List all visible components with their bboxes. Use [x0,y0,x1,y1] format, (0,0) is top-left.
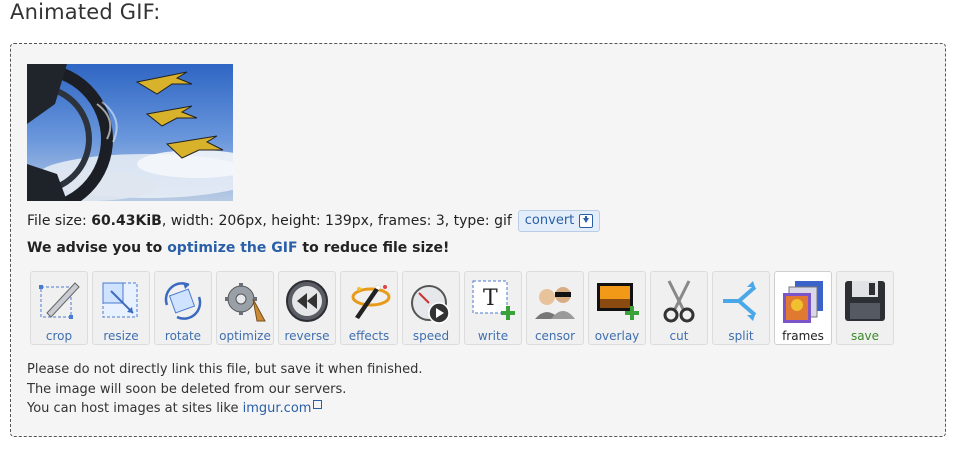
crop-icon [39,282,80,319]
effects-icon [351,285,391,319]
tool-label: crop [45,329,73,343]
file-info: File size: 60.43KiB, width: 206px, heigh… [27,210,601,232]
tool-censor[interactable]: censor [526,271,584,345]
tool-rotate[interactable]: rotate [154,271,212,345]
tool-resize[interactable]: resize [92,271,150,345]
download-icon [579,213,594,228]
tool-bar: crop resize rotate optimize reverse effe… [30,271,894,345]
tool-overlay[interactable]: overlay [588,271,646,345]
note-line-1: Please do not directly link this file, b… [27,362,423,377]
tool-reverse[interactable]: reverse [278,271,336,345]
tool-write[interactable]: T write [464,271,522,345]
optimize-icon [225,283,266,322]
tool-label: optimize [219,329,271,343]
note-line-2: The image will soon be deleted from our … [27,381,347,397]
tool-label: effects [348,329,390,343]
resize-icon [102,282,138,318]
tool-effects[interactable]: effects [340,271,398,345]
frames-icon [783,281,823,323]
note-line-3: You can host images at sites like imgur.… [27,399,423,419]
tool-label: resize [103,329,139,343]
advice-before: We advise you to [27,240,168,256]
imgur-link[interactable]: imgur.com [243,401,312,416]
convert-label: convert [524,213,575,228]
tool-label: reverse [284,329,330,343]
tool-label: overlay [594,329,640,343]
file-size-value: 60.43KiB [91,213,162,229]
tool-label: speed [412,329,450,343]
write-icon: T [472,280,515,320]
split-icon [723,281,757,321]
tool-label: rotate [164,329,202,343]
reverse-icon [286,280,328,322]
tool-label: censor [534,329,576,343]
convert-button[interactable]: convert [517,210,601,232]
tool-label: write [477,329,509,343]
gif-preview-image [27,64,233,201]
speed-icon [411,285,450,324]
advice-after: to reduce file size! [297,240,450,256]
tool-label: cut [669,329,689,343]
gif-panel: File size: 60.43KiB, width: 206px, heigh… [10,43,946,437]
tool-speed[interactable]: speed [402,271,460,345]
file-details: , width: 206px, height: 139px, frames: 3… [161,213,512,229]
cut-icon [663,280,695,323]
external-link-icon [313,400,323,409]
tool-label: frames [782,329,824,343]
tool-label: save [850,329,880,343]
svg-text:T: T [483,286,498,311]
censor-icon [535,287,575,319]
tool-cut[interactable]: cut [650,271,708,345]
optimize-advice: We advise you to optimize the GIF to red… [27,240,449,256]
tool-optimize[interactable]: optimize [216,271,274,345]
rotate-icon [164,282,202,320]
tool-crop[interactable]: crop [30,271,88,345]
tool-frames[interactable]: frames [774,271,832,345]
tool-split[interactable]: split [712,271,770,345]
file-size-prefix: File size: [27,213,87,229]
page-title: Animated GIF: [10,0,161,24]
notes: Please do not directly link this file, b… [27,360,423,419]
tool-label: split [728,329,754,343]
save-icon [845,281,885,321]
note-line-3-text: You can host images at sites like [27,401,243,416]
tool-save[interactable]: save [836,271,894,345]
overlay-icon [597,283,639,320]
optimize-link[interactable]: optimize the GIF [167,240,297,256]
